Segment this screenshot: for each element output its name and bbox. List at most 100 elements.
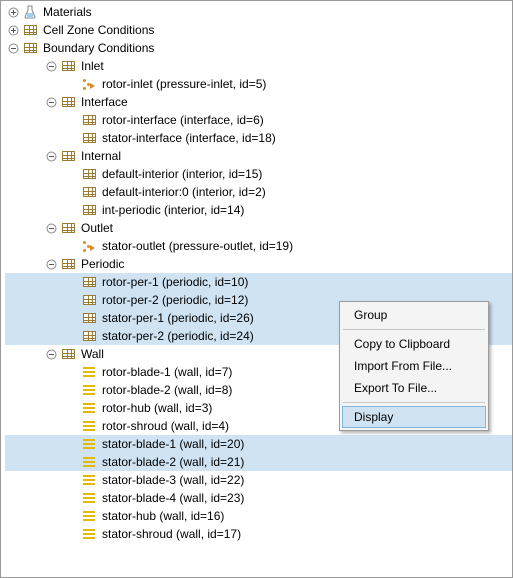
leaf-label: int-periodic (interior, id=14) xyxy=(101,203,244,217)
leaf-label: stator-blade-1 (wall, id=20) xyxy=(101,437,244,451)
wall-icon xyxy=(81,418,97,434)
tree-leaf-wall[interactable]: stator-blade-2 (wall, id=21) xyxy=(5,453,512,471)
leaf-label: rotor-per-2 (periodic, id=12) xyxy=(101,293,248,307)
flask-icon xyxy=(22,4,38,20)
node-label: Internal xyxy=(80,149,121,163)
grid-icon xyxy=(81,166,97,182)
tree-leaf-internal[interactable]: int-periodic (interior, id=14) xyxy=(5,201,512,219)
menu-item-display[interactable]: Display xyxy=(342,406,486,428)
tree-leaf-inlet[interactable]: rotor-inlet (pressure-inlet, id=5) xyxy=(5,75,512,93)
leaf-label: rotor-interface (interface, id=6) xyxy=(101,113,264,127)
context-menu: Group Copy to Clipboard Import From File… xyxy=(339,301,489,431)
node-label: Inlet xyxy=(80,59,104,73)
menu-separator xyxy=(343,402,485,403)
tree-node-outlet[interactable]: Outlet xyxy=(5,219,512,237)
node-label: Outlet xyxy=(80,221,113,235)
wall-icon xyxy=(81,454,97,470)
leaf-label: rotor-shroud (wall, id=4) xyxy=(101,419,229,433)
collapse-icon[interactable] xyxy=(45,60,57,72)
node-label: Periodic xyxy=(80,257,124,271)
grid-icon xyxy=(81,112,97,128)
menu-item-group[interactable]: Group xyxy=(342,304,486,326)
tree-node-internal[interactable]: Internal xyxy=(5,147,512,165)
leaf-label: stator-blade-4 (wall, id=23) xyxy=(101,491,244,505)
grid-icon xyxy=(81,274,97,290)
menu-separator xyxy=(343,329,485,330)
leaf-label: default-interior:0 (interior, id=2) xyxy=(101,185,266,199)
tree-leaf-internal[interactable]: default-interior:0 (interior, id=2) xyxy=(5,183,512,201)
leaf-label: stator-outlet (pressure-outlet, id=19) xyxy=(101,239,293,253)
leaf-label: stator-blade-2 (wall, id=21) xyxy=(101,455,244,469)
tree-node-cell-zone[interactable]: Cell Zone Conditions xyxy=(5,21,512,39)
flow-icon xyxy=(81,76,97,92)
leaf-label: rotor-inlet (pressure-inlet, id=5) xyxy=(101,77,266,91)
leaf-label: stator-shroud (wall, id=17) xyxy=(101,527,241,541)
tree-leaf-wall[interactable]: stator-hub (wall, id=16) xyxy=(5,507,512,525)
leaf-label: stator-interface (interface, id=18) xyxy=(101,131,276,145)
grid-icon xyxy=(81,328,97,344)
tree-leaf-interface[interactable]: rotor-interface (interface, id=6) xyxy=(5,111,512,129)
leaf-label: stator-hub (wall, id=16) xyxy=(101,509,224,523)
wall-icon xyxy=(81,400,97,416)
leaf-label: rotor-hub (wall, id=3) xyxy=(101,401,212,415)
wall-icon xyxy=(81,436,97,452)
menu-item-import[interactable]: Import From File... xyxy=(342,355,486,377)
tree-node-inlet[interactable]: Inlet xyxy=(5,57,512,75)
leaf-label: stator-per-1 (periodic, id=26) xyxy=(101,311,254,325)
collapse-icon[interactable] xyxy=(45,348,57,360)
wall-icon xyxy=(81,382,97,398)
wall-icon xyxy=(81,508,97,524)
tree-leaf-periodic[interactable]: rotor-per-1 (periodic, id=10) xyxy=(5,273,512,291)
expand-icon[interactable] xyxy=(7,6,19,18)
wall-icon xyxy=(81,526,97,542)
leaf-label: rotor-per-1 (periodic, id=10) xyxy=(101,275,248,289)
tree-leaf-wall[interactable]: stator-blade-4 (wall, id=23) xyxy=(5,489,512,507)
node-label: Cell Zone Conditions xyxy=(42,23,154,37)
grid-icon xyxy=(81,292,97,308)
tree-node-boundary[interactable]: Boundary Conditions xyxy=(5,39,512,57)
flow-icon xyxy=(81,238,97,254)
node-label: Materials xyxy=(42,5,92,19)
node-label: Boundary Conditions xyxy=(42,41,154,55)
wall-icon xyxy=(81,364,97,380)
grid-icon xyxy=(81,310,97,326)
tree-leaf-wall[interactable]: stator-shroud (wall, id=17) xyxy=(5,525,512,543)
collapse-icon[interactable] xyxy=(45,258,57,270)
leaf-label: default-interior (interior, id=15) xyxy=(101,167,262,181)
collapse-icon[interactable] xyxy=(45,150,57,162)
tree-leaf-internal[interactable]: default-interior (interior, id=15) xyxy=(5,165,512,183)
tree-leaf-interface[interactable]: stator-interface (interface, id=18) xyxy=(5,129,512,147)
node-label: Wall xyxy=(80,347,104,361)
grid-icon xyxy=(60,256,76,272)
tree-leaf-wall[interactable]: stator-blade-1 (wall, id=20) xyxy=(5,435,512,453)
tree-leaf-wall[interactable]: stator-blade-3 (wall, id=22) xyxy=(5,471,512,489)
grid-icon xyxy=(81,202,97,218)
grid-icon xyxy=(60,94,76,110)
leaf-label: rotor-blade-1 (wall, id=7) xyxy=(101,365,232,379)
wall-icon xyxy=(81,472,97,488)
tree-view: Materials Cell Zone Conditions Boundary … xyxy=(1,1,512,545)
grid-icon xyxy=(60,148,76,164)
collapse-icon[interactable] xyxy=(7,42,19,54)
grid-icon xyxy=(81,184,97,200)
node-label: Interface xyxy=(80,95,128,109)
menu-item-copy[interactable]: Copy to Clipboard xyxy=(342,333,486,355)
grid-icon xyxy=(22,22,38,38)
tree-node-interface[interactable]: Interface xyxy=(5,93,512,111)
tree-node-periodic[interactable]: Periodic xyxy=(5,255,512,273)
collapse-icon[interactable] xyxy=(45,222,57,234)
expand-icon[interactable] xyxy=(7,24,19,36)
grid-icon xyxy=(60,58,76,74)
grid-icon xyxy=(22,40,38,56)
menu-item-export[interactable]: Export To File... xyxy=(342,377,486,399)
grid-icon xyxy=(60,346,76,362)
leaf-label: rotor-blade-2 (wall, id=8) xyxy=(101,383,232,397)
leaf-label: stator-blade-3 (wall, id=22) xyxy=(101,473,244,487)
grid-icon xyxy=(81,130,97,146)
grid-icon xyxy=(60,220,76,236)
leaf-label: stator-per-2 (periodic, id=24) xyxy=(101,329,254,343)
wall-icon xyxy=(81,490,97,506)
tree-node-materials[interactable]: Materials xyxy=(5,3,512,21)
tree-leaf-outlet[interactable]: stator-outlet (pressure-outlet, id=19) xyxy=(5,237,512,255)
collapse-icon[interactable] xyxy=(45,96,57,108)
